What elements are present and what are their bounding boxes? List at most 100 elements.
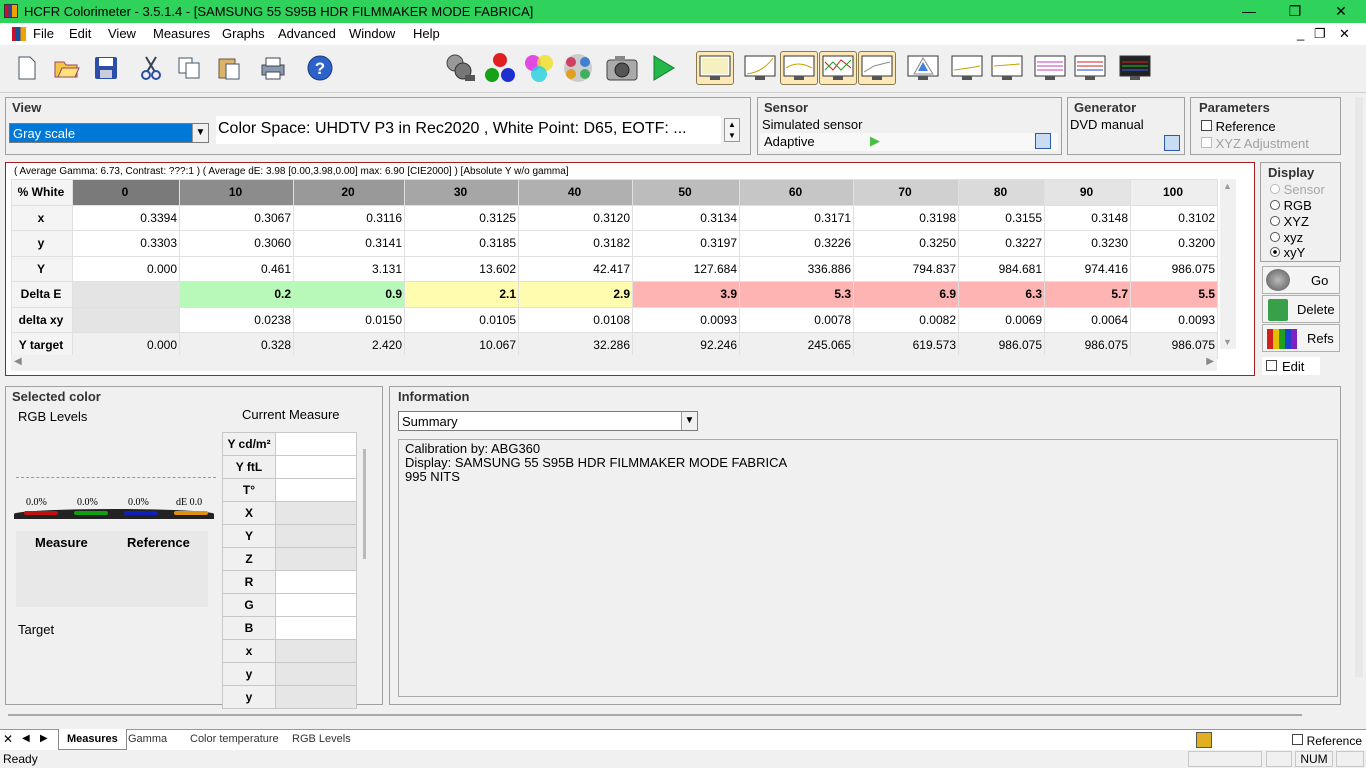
column-header[interactable]: 50 [632, 179, 740, 206]
table-cell[interactable]: 0.3125 [404, 204, 519, 231]
new-icon[interactable] [12, 53, 42, 83]
table-cell[interactable]: 0.3116 [293, 204, 405, 231]
status-reference-checkbox[interactable]: Reference [1292, 733, 1362, 748]
color-checker-icon[interactable] [560, 53, 596, 83]
column-header[interactable]: 20 [293, 179, 405, 206]
table-cell[interactable]: 5.7 [1044, 281, 1131, 308]
view-select[interactable]: Gray scale ▼ [9, 123, 209, 143]
right-scrollbar[interactable] [1355, 97, 1363, 677]
column-header[interactable]: 10 [179, 179, 294, 206]
tab-close-icon[interactable]: ✕ [3, 732, 13, 746]
table-cell[interactable]: 5.5 [1130, 281, 1218, 308]
header-label[interactable]: % White [11, 179, 73, 206]
view-gamma-icon[interactable] [741, 51, 779, 85]
table-cell[interactable]: 0.0064 [1044, 306, 1131, 333]
sensor-config-icon[interactable] [1035, 133, 1051, 149]
measure-row-value[interactable] [275, 662, 357, 686]
tab-prev-icon[interactable]: ◀ [22, 733, 30, 744]
table-cell[interactable]: 0.3171 [739, 204, 854, 231]
help-icon[interactable]: ? [305, 53, 335, 83]
measure-row-value[interactable] [275, 639, 357, 663]
table-cell[interactable] [72, 306, 180, 333]
table-cell[interactable]: 0.3394 [72, 204, 180, 231]
vertical-scrollbar[interactable]: ▲ ▼ [1220, 179, 1236, 349]
secondaries-icon[interactable] [521, 53, 557, 83]
radio-xyy[interactable]: xyY [1270, 245, 1305, 260]
column-header[interactable]: 80 [958, 179, 1045, 206]
chevron-down-icon[interactable]: ▼ [192, 124, 208, 142]
tab-gamma[interactable]: Gamma [128, 733, 167, 745]
table-cell[interactable]: 0.0082 [853, 306, 959, 333]
table-cell[interactable]: 794.837 [853, 255, 959, 282]
column-header[interactable]: 30 [404, 179, 519, 206]
table-cell[interactable]: 0.3230 [1044, 230, 1131, 257]
table-cell[interactable]: 3.9 [632, 281, 740, 308]
view-rgb-levels-icon[interactable] [819, 51, 857, 85]
tab-rgb-levels[interactable]: RGB Levels [292, 733, 351, 745]
table-cell[interactable]: 0.0093 [632, 306, 740, 333]
radio-xyz-upper[interactable]: XYZ [1270, 214, 1309, 229]
chevron-down-icon[interactable]: ▼ [681, 412, 697, 430]
table-cell[interactable]: 0.3182 [518, 230, 633, 257]
table-cell[interactable]: 13.602 [404, 255, 519, 282]
measure-row-value[interactable] [275, 547, 357, 571]
bottom-scrollbar[interactable] [8, 714, 1302, 720]
open-icon[interactable] [52, 53, 82, 83]
table-cell[interactable]: 0.3250 [853, 230, 959, 257]
table-cell[interactable]: 0.3141 [293, 230, 405, 257]
table-cell[interactable]: 0.3067 [179, 204, 294, 231]
reference-checkbox[interactable]: Reference [1201, 119, 1276, 134]
table-cell[interactable]: 0.3198 [853, 204, 959, 231]
table-cell[interactable]: 0.0150 [293, 306, 405, 333]
view-near-white-icon[interactable] [1072, 53, 1108, 83]
table-cell[interactable]: 0.3148 [1044, 204, 1131, 231]
scroll-down-icon[interactable]: ▼ [1223, 337, 1232, 347]
mdi-close[interactable]: ✕ [1339, 26, 1350, 42]
table-cell[interactable]: 0.2 [179, 281, 294, 308]
tray-icon[interactable] [1196, 732, 1212, 748]
scroll-left-icon[interactable]: ◀ [14, 356, 22, 367]
table-cell[interactable]: 0.9 [293, 281, 405, 308]
restore-button[interactable]: ❐ [1272, 0, 1318, 23]
table-cell[interactable]: 0.3102 [1130, 204, 1218, 231]
print-icon[interactable] [258, 53, 288, 83]
menu-edit[interactable]: Edit [69, 26, 91, 41]
table-cell[interactable]: 0.0238 [179, 306, 294, 333]
play-icon[interactable]: ▶ [870, 133, 880, 149]
table-cell[interactable]: 0.3226 [739, 230, 854, 257]
measure-row-value[interactable] [275, 432, 357, 456]
cut-icon[interactable] [136, 53, 166, 83]
column-header[interactable]: 90 [1044, 179, 1131, 206]
view-luminance-icon[interactable] [780, 51, 818, 85]
table-cell[interactable]: 2.1 [404, 281, 519, 308]
radio-xyz-lower[interactable]: xyz [1270, 230, 1303, 245]
horizontal-scrollbar[interactable]: ◀ ▶ [11, 355, 1217, 371]
go-button[interactable]: Go [1262, 266, 1340, 294]
table-cell[interactable]: 0.3185 [404, 230, 519, 257]
table-cell[interactable]: 986.075 [1130, 255, 1218, 282]
close-button[interactable]: ✕ [1318, 0, 1364, 23]
tab-color-temperature[interactable]: Color temperature [190, 733, 279, 745]
column-header[interactable]: 70 [853, 179, 959, 206]
menu-measures[interactable]: Measures [153, 26, 210, 41]
view-delta-e-icon[interactable] [858, 51, 896, 85]
minimize-button[interactable]: — [1226, 0, 1272, 23]
table-cell[interactable]: 0.0078 [739, 306, 854, 333]
table-cell[interactable]: 336.886 [739, 255, 854, 282]
column-header[interactable]: 100 [1130, 179, 1218, 206]
view-temp-icon[interactable] [949, 53, 985, 83]
copy-icon[interactable] [174, 53, 204, 83]
tab-measures[interactable]: Measures [58, 729, 127, 750]
paste-icon[interactable] [214, 53, 244, 83]
refs-button[interactable]: Refs [1262, 324, 1340, 352]
view-grayscale-icon[interactable] [696, 51, 734, 85]
table-cell[interactable]: 974.416 [1044, 255, 1131, 282]
table-cell[interactable]: 0.3200 [1130, 230, 1218, 257]
table-cell[interactable]: 5.3 [739, 281, 854, 308]
scroll-right-icon[interactable]: ▶ [1206, 356, 1214, 367]
menu-view[interactable]: View [108, 26, 136, 41]
menu-advanced[interactable]: Advanced [278, 26, 336, 41]
table-cell[interactable]: 0.3227 [958, 230, 1045, 257]
table-cell[interactable]: 0.3120 [518, 204, 633, 231]
generator-config-icon[interactable] [1164, 135, 1180, 151]
